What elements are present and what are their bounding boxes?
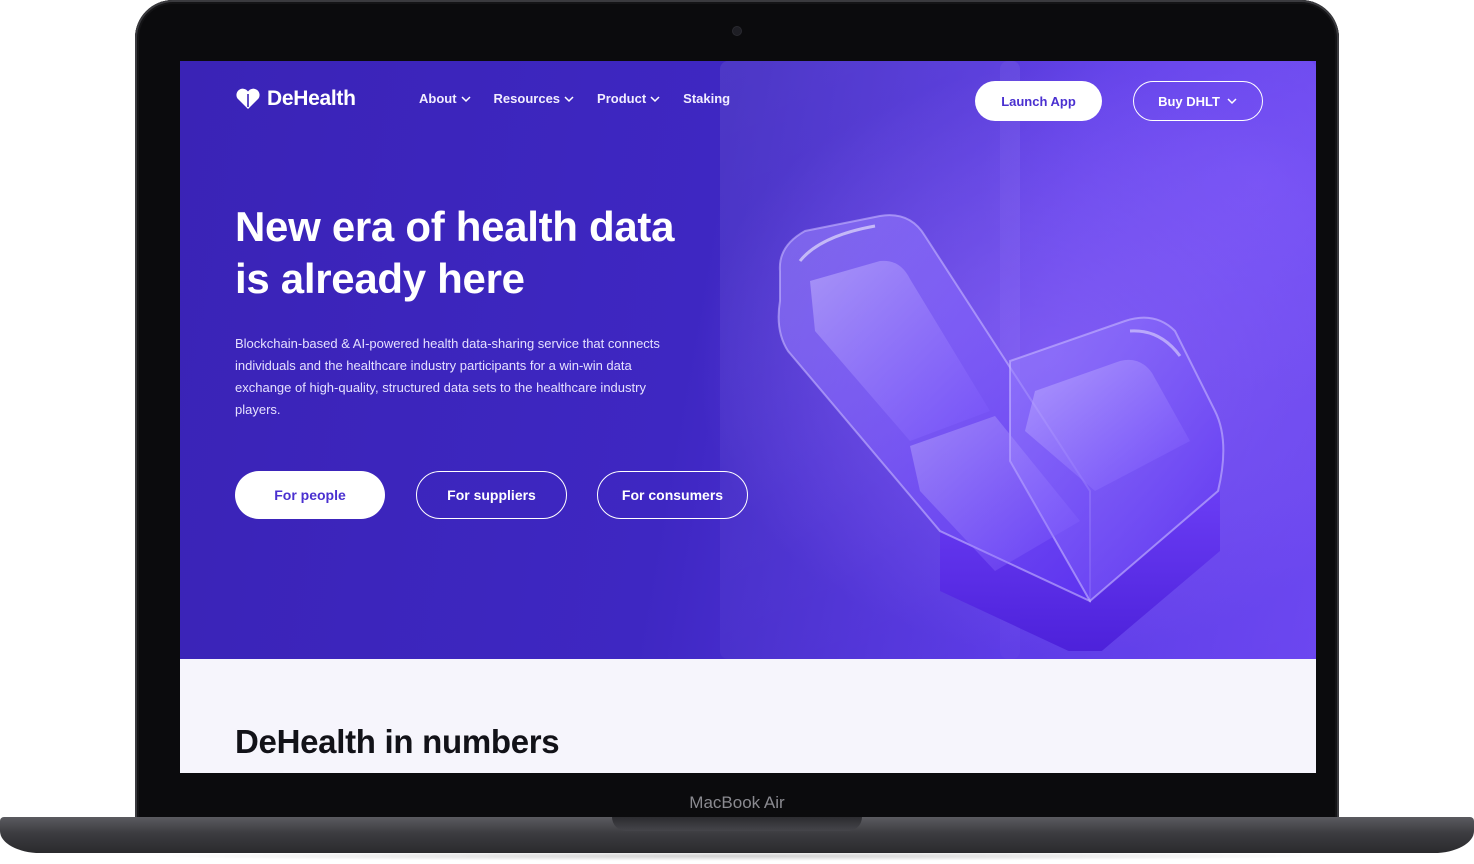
launch-app-button[interactable]: Launch App: [975, 81, 1102, 121]
device-mockup: DeHealth About Resources Product Staking: [0, 0, 1474, 864]
chevron-down-icon: [1227, 98, 1237, 105]
brand-name: DeHealth: [267, 87, 356, 110]
for-consumers-button[interactable]: For consumers: [597, 471, 748, 519]
buy-token-button[interactable]: Buy DHLT: [1133, 81, 1263, 121]
nav-item-label: Resources: [493, 91, 561, 106]
hero-headline-line: is already here: [235, 255, 525, 302]
nav-item-label: Product: [597, 91, 647, 106]
laptop-shadow: [140, 851, 1334, 861]
nav-item-label: About: [419, 91, 457, 106]
nav-item-resources[interactable]: Resources: [494, 91, 575, 106]
chevron-down-icon: [564, 95, 574, 102]
brand-logo[interactable]: DeHealth: [235, 87, 356, 111]
hero-headline: New era of health data is already here: [235, 201, 795, 305]
nav-item-label: Staking: [683, 91, 731, 106]
buy-token-label: Buy DHLT: [1158, 93, 1220, 109]
nav-item-about[interactable]: About: [419, 91, 472, 106]
browser-screen: DeHealth About Resources Product Staking: [180, 61, 1316, 773]
main-nav: About Resources Product Staking: [419, 91, 752, 106]
chevron-down-icon: [650, 95, 660, 102]
nav-item-staking[interactable]: Staking: [683, 91, 730, 106]
heart-icon: [236, 88, 260, 109]
hero-description: Blockchain-based & AI-powered health dat…: [235, 336, 660, 417]
laptop-notch: [612, 817, 862, 831]
camera-icon: [733, 27, 741, 35]
section-title: DeHealth in numbers: [235, 723, 560, 760]
for-people-button[interactable]: For people: [235, 471, 385, 519]
nav-item-product[interactable]: Product: [597, 91, 661, 106]
hero-headline-line: New era of health data: [235, 203, 675, 250]
hero-section: DeHealth About Resources Product Staking: [180, 61, 1316, 659]
glass-heart-illustration: [777, 214, 1225, 651]
chevron-down-icon: [461, 95, 471, 102]
device-label: MacBook Air: [689, 793, 785, 812]
for-suppliers-button[interactable]: For suppliers: [416, 471, 567, 519]
